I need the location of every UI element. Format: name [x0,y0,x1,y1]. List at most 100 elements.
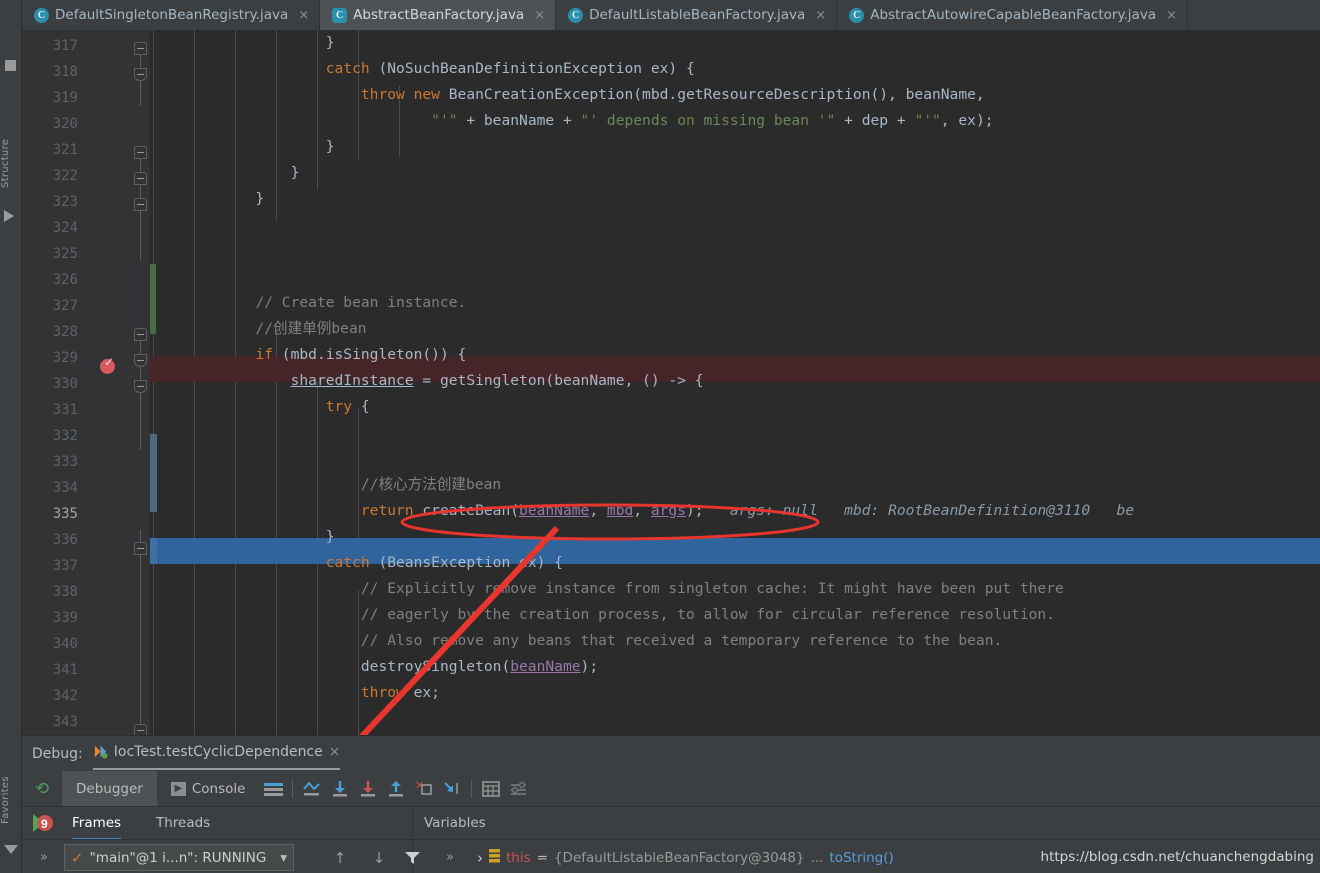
line-number-current: 335 [52,506,78,522]
line-number: 332 [52,428,78,444]
filter-icon[interactable] [402,848,422,868]
debug-title: Debug: [32,745,83,762]
line-number: 342 [52,688,78,704]
variable-equals: = [536,849,548,866]
debug-toolbar: ⟲ Debugger ▶ Console ✕ [22,771,1320,806]
line-number: 325 [52,246,78,262]
java-class-icon: C [849,7,865,23]
tab-debugger[interactable]: Debugger [62,771,157,806]
line-number: 318 [52,64,78,80]
fold-marker[interactable] [134,354,147,367]
variables-overflow-button[interactable]: » [446,850,454,865]
svg-text:9: 9 [41,817,48,831]
object-value-icon [489,848,500,867]
line-number: 333 [52,454,78,470]
tab-threads[interactable]: Threads [156,807,210,840]
debug-subtabs: 9 Frames Threads Variables [22,806,1320,840]
fold-marker[interactable] [134,724,147,735]
step-into-icon[interactable] [326,771,354,806]
line-number: 340 [52,636,78,652]
editor-tab-label: DefaultListableBeanFactory.java [589,7,806,23]
editor-tab-AbstractBeanFactory[interactable]: C AbstractBeanFactory.java × [320,0,557,30]
breakpoint-check-icon: ✓ [104,355,115,369]
tab-console[interactable]: ▶ Console [157,771,260,806]
left-strip-label-favorites[interactable]: Favorites [0,760,22,840]
editor-tab-DefaultListableBeanFactory[interactable]: C DefaultListableBeanFactory.java × [556,0,838,30]
java-class-icon: C [34,7,49,23]
editor-tab-label: AbstractAutowireCapableBeanFactory.java [870,7,1157,23]
line-number: 343 [52,714,78,730]
code-editor[interactable]: 317 318 319 320 321 322 323 324 325 326 … [22,30,1320,735]
ide-window: Structure Favorites C DefaultSingletonBe… [0,0,1320,873]
variables-panel-title: Variables [424,815,486,831]
variable-value: {DefaultListableBeanFactory@3048} [553,849,805,866]
line-number: 329 [52,350,78,366]
run-arrow-icon[interactable] [4,210,14,222]
line-number: 330 [52,376,78,392]
line-number: 323 [52,194,78,210]
close-icon[interactable]: × [815,8,826,23]
fold-marker[interactable] [134,68,147,81]
tool-window-square-icon[interactable] [5,60,16,71]
breakpoint-icon[interactable]: ✓ [100,355,115,374]
editor-tab-DefaultSingletonBeanRegistry[interactable]: C DefaultSingletonBeanRegistry.java × [22,0,321,30]
variables-row-this[interactable]: › this = {DefaultListableBeanFactory@304… [477,840,894,873]
fold-marker[interactable] [134,42,147,55]
left-tool-strip: Structure Favorites [0,0,22,873]
chevron-down-icon: ▾ [280,849,287,866]
fold-marker[interactable] [134,328,147,341]
editor-gutter[interactable]: 317 318 319 320 321 322 323 324 325 326 … [22,30,150,735]
line-number: 338 [52,584,78,600]
debug-bottom-row: » ✓ "main"@1 i...n": RUNNING ▾ ↑ ↓ » › t… [22,839,1320,873]
filter-icon[interactable] [4,845,18,854]
run-to-cursor-icon[interactable] [438,771,466,806]
console-icon: ▶ [170,781,186,796]
chevron-right-icon[interactable]: › [477,849,483,867]
debug-header: Debug: IocTest.testCyclicDependence × [22,736,1320,771]
left-strip-label-structure[interactable]: Structure [0,118,22,208]
line-number: 331 [52,402,78,418]
toolbar-separator [471,779,473,798]
line-number: 324 [52,220,78,236]
rerun-icon[interactable]: ⟲ [22,779,62,799]
line-number: 322 [52,168,78,184]
debug-run-config-tab[interactable]: IocTest.testCyclicDependence × [92,737,341,770]
settings-icon[interactable] [505,771,533,806]
fold-marker[interactable] [134,380,147,393]
debug-tool-window: Debug: IocTest.testCyclicDependence × ⟲ … [22,735,1320,873]
thread-selector-label: "main"@1 i...n": RUNNING [89,849,267,866]
editor-tab-label: DefaultSingletonBeanRegistry.java [55,7,289,23]
breakpoint-counter-icon[interactable]: 9 [32,812,54,834]
variable-name: this [506,849,531,866]
fold-marker[interactable] [134,198,147,211]
layout-lines-icon[interactable] [259,771,287,806]
close-icon[interactable]: × [298,8,309,23]
show-execution-point-icon[interactable] [298,771,326,806]
variable-tostring-link[interactable]: toString() [829,850,893,866]
frames-overflow-button[interactable]: » [40,850,48,865]
step-out-icon[interactable] [382,771,410,806]
line-number: 337 [52,558,78,574]
editor-tab-bar: C DefaultSingletonBeanRegistry.java × C … [22,0,1320,30]
svg-text:✕: ✕ [415,781,424,793]
fold-marker[interactable] [134,542,147,555]
fold-marker[interactable] [134,146,147,159]
evaluate-expression-icon[interactable] [477,771,505,806]
close-icon[interactable]: × [329,744,341,760]
close-icon[interactable]: × [1166,8,1177,23]
editor-tab-AbstractAutowireCapableBeanFactory[interactable]: C AbstractAutowireCapableBeanFactory.jav… [837,0,1189,30]
variable-ellipsis: ... [810,849,824,866]
line-number: 320 [52,116,78,132]
thread-selector[interactable]: ✓ "main"@1 i...n": RUNNING ▾ [64,844,294,871]
code-text-area[interactable]: } catch (NoSuchBeanDefinitionException e… [150,30,1320,735]
line-number: 326 [52,272,78,288]
up-arrow-icon[interactable]: ↑ [330,848,350,868]
force-step-into-icon[interactable]: ✕ [410,771,438,806]
java-class-icon: C [568,7,584,23]
line-number: 328 [52,324,78,340]
down-arrow-icon[interactable]: ↓ [369,848,389,868]
close-icon[interactable]: × [534,8,545,23]
step-over-icon[interactable] [354,771,382,806]
tab-frames[interactable]: Frames [72,807,122,840]
fold-marker[interactable] [134,172,147,185]
